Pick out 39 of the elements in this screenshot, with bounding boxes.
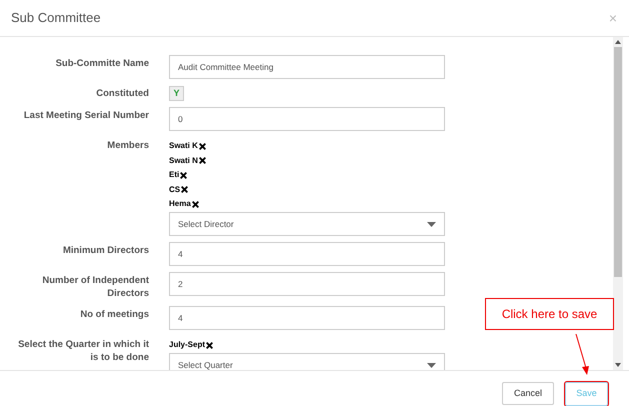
field-label: Minimum Directors <box>62 244 149 258</box>
select-dropdown[interactable]: Select Quarter <box>169 353 445 370</box>
scroll-down-icon[interactable] <box>615 363 621 367</box>
member-tag: Swati N <box>169 156 198 164</box>
remove-icon[interactable] <box>198 157 206 164</box>
caret-icon <box>427 222 436 226</box>
field-label: Number of Independent Directors <box>41 274 149 300</box>
select-dropdown[interactable]: Select Director <box>169 212 445 236</box>
annotation-arrow <box>573 334 591 376</box>
text-field[interactable]: 2 <box>169 272 445 296</box>
scroll-up-icon[interactable] <box>615 40 621 44</box>
remove-icon[interactable] <box>206 342 214 348</box>
annotation-callout: Click here to save <box>485 298 614 330</box>
member-tag: Eti <box>169 171 180 179</box>
field-label: No of meetings <box>79 308 149 322</box>
remove-icon[interactable] <box>192 200 199 208</box>
field-label: Last Meeting Serial Number <box>22 109 149 123</box>
member-tag: CS <box>169 186 180 194</box>
remove-icon[interactable] <box>181 186 188 193</box>
member-tag: July-Sept <box>169 341 206 349</box>
select-placeholder: Select Director <box>178 218 234 230</box>
scrollbar[interactable] <box>613 37 623 370</box>
member-tag: Swati K <box>169 142 198 150</box>
text-field[interactable]: 4 <box>169 306 445 330</box>
cancel-button[interactable]: Cancel <box>502 382 554 405</box>
field-label: Sub-Committe Name <box>54 57 149 71</box>
scrollbar-thumb[interactable] <box>614 47 622 277</box>
caret-icon <box>427 362 436 368</box>
text-field[interactable]: 4 <box>169 242 445 266</box>
dialog-title: Sub Committee <box>11 9 101 28</box>
text-field[interactable]: 0 <box>169 107 445 131</box>
field-label: Members <box>106 139 149 153</box>
field-label: Constituted <box>95 87 149 101</box>
text-field[interactable]: Audit Committee Meeting <box>169 55 445 79</box>
member-tag: Hema <box>169 200 191 208</box>
remove-icon[interactable] <box>198 142 206 150</box>
remove-icon[interactable] <box>180 172 188 178</box>
select-placeholder: Select Quarter <box>178 358 233 370</box>
field-label: Select the Quarter in which it is to be done <box>17 338 149 365</box>
